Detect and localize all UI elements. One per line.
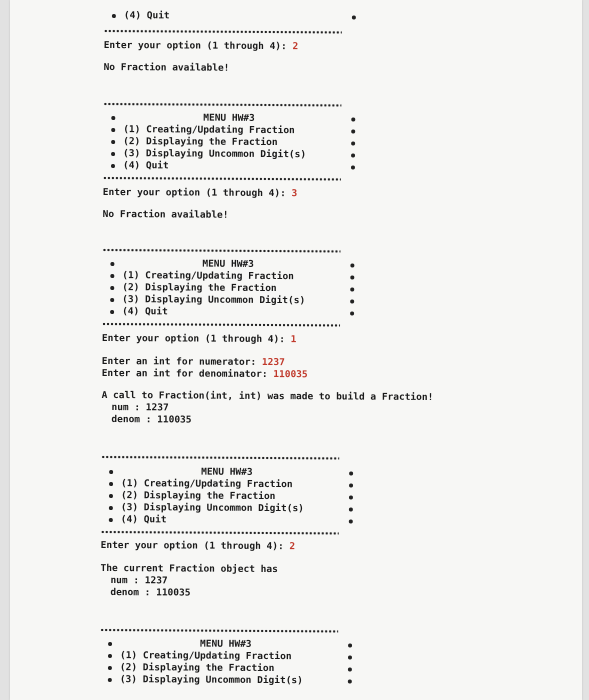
menu-border-bottom [103, 28, 342, 35]
menu-border-bottom [100, 529, 339, 536]
numerator-prompt-line: Enter an int for numerator: 1237 [102, 356, 285, 369]
menu-item-quit: (4) Quit [122, 160, 169, 172]
menu-border-dot [349, 471, 354, 476]
menu-item-create: (1) Creating/Updating Fraction [121, 478, 293, 491]
numerator-input: 1237 [261, 356, 285, 369]
option-prompt-line: Enter your option (1 through 4): 1 [102, 333, 297, 346]
menu-border-dot [347, 667, 352, 672]
console-output: (4) Quit Enter your option (1 through 4)… [100, 0, 574, 686]
menu-item-create: (1) Creating/Updating Fraction [119, 650, 292, 663]
menu-border-dot [111, 116, 116, 121]
menu-border-dot [347, 679, 352, 684]
console-printout: (4) Quit Enter your option (1 through 4)… [10, 0, 582, 700]
menu-border-dot [351, 15, 356, 20]
option-input: 3 [291, 188, 298, 200]
option-prompt-line: Enter your option (1 through 4): 2 [101, 540, 296, 553]
menu-item-display: (2) Displaying the Fraction [122, 282, 277, 295]
menu-border-dot [350, 275, 355, 280]
menu-border-dot [110, 298, 115, 303]
option-input: 2 [292, 41, 299, 53]
option-prompt: Enter your option (1 through 4): [101, 332, 291, 346]
menu-border-dot [351, 129, 356, 134]
menu-border-dot [110, 310, 115, 315]
menu-border-dot [350, 299, 355, 304]
menu-border-top [103, 101, 342, 108]
denominator-value: denom : 110035 [110, 587, 191, 599]
option-prompt-line: Enter your option (1 through 4): 3 [103, 187, 298, 200]
menu-border-dot [350, 263, 355, 268]
menu-border-dot [350, 311, 355, 316]
menu-border-dot [348, 643, 353, 648]
menu-border-dot [110, 164, 115, 169]
option-prompt: Enter your option (1 through 4): [100, 539, 290, 553]
menu-item-quit: (4) Quit [123, 10, 170, 22]
menu-item-uncommon: (3) Displaying Uncommon Digit(s) [123, 148, 307, 161]
menu-item-uncommon: (3) Displaying Uncommon Digit(s) [119, 674, 303, 687]
menu-border-dot [350, 165, 355, 170]
menu-title: MENU HW#3 [203, 112, 255, 124]
menu-item-create: (1) Creating/Updating Fraction [122, 270, 294, 283]
status-message: No Fraction available! [102, 208, 229, 221]
menu-item-quit: (4) Quit [120, 514, 167, 526]
menu-border-dot [111, 140, 116, 145]
menu-border-dot [108, 494, 113, 499]
menu-border-dot [108, 506, 113, 511]
menu-border-dot [107, 678, 112, 683]
menu-border-dot [109, 470, 114, 475]
menu-border-dot [111, 152, 116, 157]
denominator-value: denom : 110035 [111, 414, 192, 426]
menu-border-dot [348, 519, 353, 524]
numerator-value: num : 1237 [110, 575, 168, 587]
numerator-prompt: Enter an int for numerator: [101, 355, 262, 368]
menu-border-dot [351, 141, 356, 146]
menu-border-top [100, 627, 339, 634]
menu-item-uncommon: (3) Displaying Uncommon Digit(s) [120, 502, 304, 515]
menu-border-dot [348, 495, 353, 500]
menu-border-dot [351, 117, 356, 122]
menu-border-dot [109, 482, 114, 487]
option-prompt: Enter your option (1 through 4): [103, 39, 293, 53]
menu-item-display: (2) Displaying the Fraction [123, 136, 278, 149]
option-input: 2 [289, 541, 296, 553]
menu-border-dot [107, 666, 112, 671]
menu-border-bottom [102, 321, 341, 328]
menu-border-dot [110, 274, 115, 279]
menu-border-dot [350, 287, 355, 292]
menu-border-dot [108, 642, 113, 647]
menu-border-top [101, 454, 340, 461]
menu-item-display: (2) Displaying the Fraction [120, 490, 276, 503]
menu-border-dot [351, 153, 356, 158]
menu-border-dot [347, 655, 353, 660]
menu-title: MENU HW#3 [202, 258, 254, 270]
denominator-prompt-line: Enter an int for denominator: 110035 [102, 368, 308, 381]
menu-border-dot [111, 128, 116, 133]
menu-title: MENU HW#3 [201, 466, 253, 478]
option-prompt-line: Enter your option (1 through 4): 2 [104, 40, 299, 53]
menu-border-dot [348, 507, 353, 512]
current-fraction-message: The current Fraction object has [100, 562, 278, 576]
menu-item-quit: (4) Quit [122, 306, 168, 318]
menu-item-create: (1) Creating/Updating Fraction [123, 124, 295, 137]
menu-border-dot [111, 14, 116, 19]
menu-border-top [102, 247, 341, 254]
menu-border-dot [349, 483, 354, 488]
menu-border-dot [110, 262, 115, 267]
option-input: 1 [290, 334, 297, 346]
status-message: No Fraction available! [103, 61, 230, 74]
photo-frame: (4) Quit Enter your option (1 through 4)… [0, 0, 589, 700]
denominator-input: 110035 [273, 369, 308, 381]
menu-item-display: (2) Displaying the Fraction [119, 662, 275, 675]
option-prompt: Enter your option (1 through 4): [102, 186, 292, 200]
menu-border-dot [107, 654, 113, 659]
numerator-value: num : 1237 [111, 402, 169, 414]
menu-border-dot [110, 286, 115, 291]
menu-border-dot [108, 518, 113, 523]
menu-title: MENU HW#3 [200, 638, 252, 650]
menu-item-uncommon: (3) Displaying Uncommon Digit(s) [122, 294, 306, 307]
menu-border-bottom [102, 175, 341, 182]
denominator-prompt: Enter an int for denominator: [101, 367, 274, 381]
